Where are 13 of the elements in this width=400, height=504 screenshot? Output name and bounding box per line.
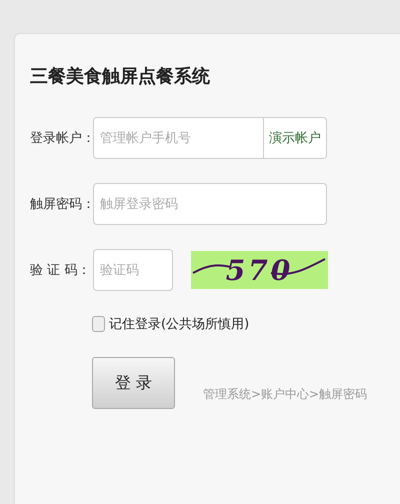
field-label: 触屏密码： — [30, 196, 93, 213]
account-field[interactable]: 管理帐户手机号 演示帐户 — [93, 117, 327, 159]
password-field[interactable]: 触屏登录密码 — [93, 183, 327, 225]
login-button[interactable]: 登 录 — [92, 357, 175, 409]
demo-account-button[interactable]: 演示帐户 — [263, 118, 326, 158]
captcha-image[interactable]: 570 — [191, 251, 328, 289]
app-title: 三餐美食触屏点餐系统 — [30, 65, 211, 88]
remember-label: 记住登录(公共场所慎用) — [109, 316, 250, 333]
field-label: 登录帐户： — [30, 130, 93, 147]
field-label: 验 证 码： — [30, 262, 92, 279]
hint-text: 管理系统>账户中心>触屏密码 — [203, 386, 368, 403]
remember-checkbox[interactable] — [92, 316, 105, 332]
captcha-field[interactable]: 验证码 — [93, 249, 173, 291]
